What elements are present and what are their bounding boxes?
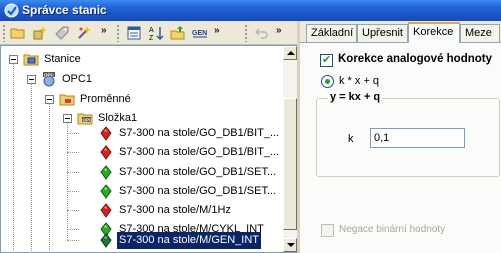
tree-node-label: Stanice [44,53,81,65]
toolbar-grip[interactable] [2,24,6,42]
arrow-down-icon [287,243,295,247]
tab-meze[interactable]: Meze [460,24,500,43]
scroll-down-button[interactable] [283,238,297,252]
sort-az-icon: A Z [149,27,164,41]
tree-node-label: Proměnné [80,93,131,105]
tree-item-label: S7-300 na stole/M/1Hz [119,204,231,216]
tab-label: Základní [311,27,354,39]
svg-text:GEN: GEN [192,30,207,37]
k-input[interactable]: 0,1 [370,128,465,148]
formula-groupbox: y = kx + q k 0,1 [316,91,500,177]
tag-status-green-icon [100,165,112,180]
new-item-toolbar-button[interactable] [30,23,50,43]
tag-status-red-icon [100,126,112,141]
folder-toolbar-button[interactable] [8,23,28,43]
formula-group-title: y = kx + q [328,91,383,103]
formula-radio[interactable] [321,75,334,88]
toolbar-overflow-chevron-icon[interactable]: » [101,25,106,36]
expander-slozka1[interactable] [63,114,72,123]
property-tabs: Základní Upřesnit Korekce Meze [300,21,501,43]
korekce-enable-checkbox[interactable] [320,53,333,67]
wizard-toolbar-button[interactable] [74,23,94,43]
tree-item-label: S7-300 na stole/GO_DB1/BIT_... [119,146,280,158]
expander-opc1[interactable] [27,75,36,84]
toolbar-overflow-chevron-icon[interactable]: » [276,25,281,36]
tree-vertical-scrollbar[interactable] [283,46,297,252]
folder-icon [10,28,25,39]
expander-stanice[interactable] [9,55,18,64]
arrow-up-icon [287,51,295,55]
toolbar-grip[interactable] [244,24,248,42]
title-bar: Správce stanic [0,0,501,21]
tag-status-red-icon [100,145,112,160]
properties-toolbar-button[interactable] [124,23,144,43]
korekce-enable-label: Korekce analogové hodnoty [338,53,493,65]
tab-label: Meze [465,27,492,39]
window-title: Správce stanic [22,3,107,17]
k-label: k [348,133,354,145]
opc-server-icon: OPC [43,72,55,87]
toolbar-overflow-chevron-icon[interactable]: » [214,25,219,36]
svg-text:OPC: OPC [44,73,55,78]
tag-icon [55,26,69,40]
svg-text:A: A [149,27,154,34]
tree-item-label: S7-300 na stole/GO_DB1/SET... [119,166,277,178]
wizard-icon [78,26,91,39]
korekce-tab-page: Korekce analogové hodnoty k * x + q y = … [300,42,501,253]
expander-promenne[interactable] [45,95,54,104]
stations-folder-icon [23,54,39,66]
tag-status-green-icon [100,233,112,248]
tree-item-label: S7-300 na stole/M/GEN_INT [117,232,262,249]
opc-folder-icon: OPC [77,113,94,125]
tab-korekce[interactable]: Korekce [408,22,460,43]
scroll-thumb[interactable] [283,98,297,230]
toolbar-grip[interactable] [116,24,120,42]
properties-panel: Základní Upřesnit Korekce Meze Korekce a… [297,21,501,253]
formula-radio-label: k * x + q [339,75,380,87]
tab-zakladni[interactable]: Základní [306,24,357,43]
tab-label: Korekce [413,26,454,38]
tree-item-label: S7-300 na stole/GO_DB1/SET... [119,185,277,197]
move-up-toolbar-button[interactable] [168,23,188,43]
folder-up-icon [170,26,185,40]
svg-text:Z: Z [149,35,154,41]
tag-status-green-icon [100,184,112,199]
gen-icon: GEN [192,30,207,38]
negace-checkbox[interactable] [321,224,334,237]
svg-text:OPC: OPC [83,117,94,122]
station-manager-icon [4,3,19,18]
new-item-icon [33,26,47,40]
scroll-up-button[interactable] [283,46,297,60]
tag-toolbar-button[interactable] [52,23,72,43]
variables-folder-icon [59,94,75,106]
tree-node-label: OPC1 [62,73,92,85]
tree-item-label: S7-300 na stole/GO_DB1/BIT_... [119,127,280,139]
undo-toolbar-button[interactable] [252,23,272,43]
negace-label: Negace binární hodnoty [339,224,446,235]
tab-label: Upřesnit [362,27,403,39]
toolbar: » A Z GEN » » [0,21,297,45]
sort-toolbar-button[interactable]: A Z [146,23,166,43]
tab-upresnit[interactable]: Upřesnit [357,24,408,43]
gen-toolbar-button[interactable]: GEN [190,23,210,43]
tag-status-red-icon [100,203,112,218]
undo-icon [254,28,268,39]
station-tree[interactable]: Stanice OPC OPC1 Proměnné OPC Složka1 S7… [0,45,297,253]
k-input-value: 0,1 [374,132,390,144]
properties-icon [127,26,141,40]
